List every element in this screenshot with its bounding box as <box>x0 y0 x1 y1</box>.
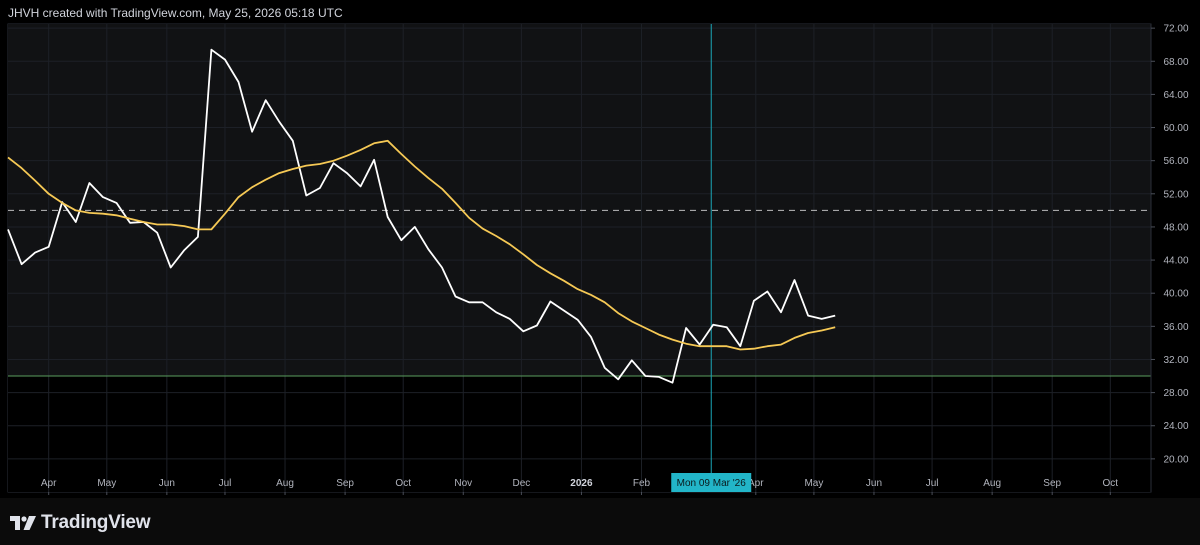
time-axis-label: May <box>804 478 823 489</box>
time-axis-label: Jul <box>219 478 232 489</box>
price-axis[interactable]: 72.00 68.00 64.00 60.00 56.00 52.00 48.00 44.00… <box>1151 24 1189 466</box>
time-axis-label: Apr <box>41 478 57 489</box>
price-axis-label: 68.00 <box>1163 57 1188 68</box>
price-axis-label: 32.00 <box>1163 355 1188 366</box>
time-axis-label: May <box>97 478 116 489</box>
price-axis-label: 64.00 <box>1163 90 1188 101</box>
tradingview-logo[interactable]: TradingView <box>10 512 151 534</box>
time-axis-label: Feb <box>633 478 651 489</box>
tradingview-logo-icon <box>10 516 36 530</box>
time-axis-label: Jul <box>926 478 939 489</box>
footer-bar: TradingView <box>0 498 1200 545</box>
time-axis-label: 2026 <box>570 478 593 489</box>
price-axis-label: 36.00 <box>1163 322 1188 333</box>
time-axis-label: Oct <box>395 478 411 489</box>
oversold-zone <box>8 376 1151 492</box>
price-axis-label: 52.00 <box>1163 189 1188 200</box>
time-axis-label: Sep <box>1043 478 1061 489</box>
price-chart[interactable]: 72.00 68.00 64.00 60.00 56.00 52.00 48.00 44.00… <box>0 0 1200 498</box>
time-axis-label: Sep <box>336 478 354 489</box>
time-axis-label: Jun <box>159 478 175 489</box>
time-axis-label: Aug <box>983 478 1001 489</box>
price-axis-label: 56.00 <box>1163 156 1188 167</box>
price-axis-label: 44.00 <box>1163 256 1188 267</box>
crosshair-date-label: Mon 09 Mar '26 <box>671 473 752 492</box>
tradingview-wordmark: TradingView <box>41 512 151 533</box>
price-axis-label: 20.00 <box>1163 454 1188 465</box>
price-axis-label: 48.00 <box>1163 222 1188 233</box>
time-axis-label: Dec <box>512 478 530 489</box>
price-axis-label: 28.00 <box>1163 388 1188 399</box>
time-axis-label: Jun <box>866 478 882 489</box>
time-axis-label: Oct <box>1103 478 1119 489</box>
price-axis-label: 72.00 <box>1163 24 1188 35</box>
price-axis-label: 40.00 <box>1163 289 1188 300</box>
time-axis-label: Nov <box>454 478 472 489</box>
price-axis-label: 24.00 <box>1163 421 1188 432</box>
price-axis-label: 60.00 <box>1163 123 1188 134</box>
crosshair-label-text: Mon 09 Mar '26 <box>677 478 747 489</box>
time-axis-label: Aug <box>276 478 294 489</box>
